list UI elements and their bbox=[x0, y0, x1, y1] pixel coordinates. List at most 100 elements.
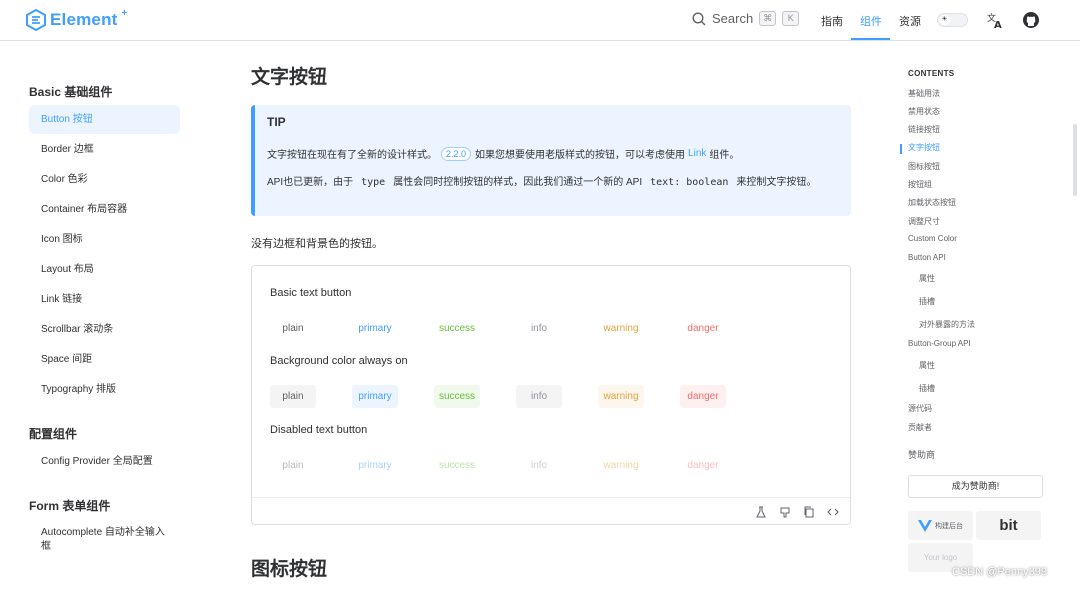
demo-subtitle-background: Background color always on bbox=[270, 355, 408, 367]
toc-item-contributors[interactable]: 贡献者 bbox=[908, 422, 932, 433]
sidebar-item-button[interactable]: Button 按钮 bbox=[29, 105, 180, 134]
disabled-button-danger: danger bbox=[687, 460, 719, 471]
code-type: type bbox=[361, 177, 386, 188]
page-scrollbar[interactable] bbox=[1073, 124, 1077, 196]
toc-item-group-attributes[interactable]: 属性 bbox=[919, 360, 935, 371]
toc-item-source[interactable]: 源代码 bbox=[908, 403, 932, 414]
toc-heading: CONTENTS bbox=[908, 69, 955, 78]
theme-toggle[interactable]: ☀ bbox=[937, 13, 968, 27]
sidebar-item-link[interactable]: Link 链接 bbox=[29, 285, 180, 314]
element-logo-icon bbox=[26, 9, 46, 31]
text-button-success[interactable]: success bbox=[434, 317, 480, 340]
disabled-button-primary: primary bbox=[358, 460, 392, 471]
bg-button-primary[interactable]: primary bbox=[352, 385, 398, 408]
disabled-button-success: success bbox=[438, 460, 476, 471]
element-logo[interactable]: Element + bbox=[26, 7, 128, 31]
next-section-title: 图标按钮 bbox=[251, 559, 328, 580]
tip-box: TIP 文字按钮在现在有了全新的设计样式。 2.2.0 如果您想要使用老版样式的… bbox=[251, 105, 851, 216]
tip-title: TIP bbox=[267, 115, 286, 129]
bg-button-success[interactable]: success bbox=[434, 385, 480, 408]
tip-text-a: 文字按钮在现在有了全新的设计样式。 bbox=[267, 150, 437, 161]
toc-item-button-api[interactable]: Button API bbox=[908, 253, 946, 262]
text-button-warning[interactable]: warning bbox=[598, 317, 644, 340]
text-button-info[interactable]: info bbox=[516, 317, 562, 340]
toc-item-link-button[interactable]: 链接按钮 bbox=[908, 124, 940, 135]
kbd-cmd: ⌘ bbox=[759, 11, 777, 26]
code-text-boolean: text: boolean bbox=[650, 177, 729, 188]
sidebar-group-config: 配置组件 bbox=[29, 427, 78, 441]
bg-button-danger[interactable]: danger bbox=[680, 385, 726, 408]
sidebar-group-form: Form 表单组件 bbox=[29, 499, 111, 513]
watermark: CSDN @Penny399 bbox=[952, 566, 1047, 578]
translate-icon[interactable]: 文 A bbox=[986, 11, 1004, 29]
github-icon[interactable] bbox=[779, 506, 791, 518]
toc-item-basic-usage[interactable]: 基础用法 bbox=[908, 88, 940, 99]
toc-item-sizes[interactable]: 调整尺寸 bbox=[908, 216, 940, 227]
text-button-danger[interactable]: danger bbox=[680, 317, 726, 340]
bg-button-warning[interactable]: warning bbox=[598, 385, 644, 408]
toc-item-loading[interactable]: 加载状态按钮 bbox=[908, 197, 956, 208]
svg-text:A: A bbox=[994, 20, 1002, 29]
sidebar-item-config-provider[interactable]: Config Provider 全局配置 bbox=[29, 447, 180, 476]
button-row-basic: plain primary success info warning dange… bbox=[270, 317, 762, 340]
toc-item-group-slots[interactable]: 插槽 bbox=[919, 383, 935, 394]
disabled-button-info: info bbox=[530, 460, 548, 471]
toc-item-button-group-api[interactable]: Button-Group API bbox=[908, 339, 971, 348]
sun-icon: ☀ bbox=[939, 15, 950, 25]
disabled-button-plain: plain bbox=[282, 460, 304, 471]
demo-subtitle-disabled: Disabled text button bbox=[270, 424, 368, 436]
nav-resource[interactable]: 资源 bbox=[899, 13, 921, 29]
nav-component[interactable]: 组件 bbox=[860, 13, 882, 29]
become-sponsor-button[interactable]: 成为赞助商! bbox=[908, 475, 1043, 498]
text-button-plain[interactable]: plain bbox=[270, 317, 316, 340]
search-icon bbox=[692, 11, 706, 25]
button-row-background: plain primary success info warning dange… bbox=[270, 385, 762, 408]
toc-item-button-group[interactable]: 按钮组 bbox=[908, 179, 932, 190]
sidebar-item-border[interactable]: Border 边框 bbox=[29, 135, 180, 164]
github-icon[interactable] bbox=[1022, 11, 1040, 29]
sponsor-card-bit[interactable]: bit bbox=[976, 511, 1041, 540]
button-row-disabled: plain primary success info warning dange… bbox=[270, 454, 762, 477]
disabled-button-warning: warning bbox=[603, 460, 639, 471]
bg-button-plain[interactable]: plain bbox=[270, 385, 316, 408]
toc-item-slots[interactable]: 插槽 bbox=[919, 296, 935, 307]
playground-icon[interactable] bbox=[755, 506, 767, 518]
kbd-k: K bbox=[782, 11, 800, 26]
text-button-primary[interactable]: primary bbox=[352, 317, 398, 340]
toc-item-icon-button[interactable]: 图标按钮 bbox=[908, 161, 940, 172]
toc-item-text-button[interactable]: 文字按钮 bbox=[908, 142, 940, 153]
tip-text-e: 属性会同时控制按钮的样式，因此我们通过一个新的 API bbox=[393, 177, 643, 188]
search-label: Search bbox=[712, 11, 754, 26]
section-description: 没有边框和背景色的按钮。 bbox=[251, 238, 383, 250]
logo-text: Element bbox=[50, 10, 118, 29]
demo-block: Basic text button plain primary success … bbox=[251, 265, 851, 525]
sidebar-item-autocomplete[interactable]: Autocomplete 自动补全输入框 bbox=[29, 526, 174, 556]
copy-icon[interactable] bbox=[803, 506, 815, 518]
sidebar-group-basic: Basic 基础组件 bbox=[29, 85, 113, 99]
toc-item-exposes[interactable]: 对外暴露的方法 bbox=[919, 319, 975, 330]
page-title: 文字按钮 bbox=[251, 67, 328, 88]
bg-button-info[interactable]: info bbox=[516, 385, 562, 408]
demo-subtitle-basic: Basic text button bbox=[270, 287, 352, 299]
sponsor-card-vue[interactable]: 构建后台 bbox=[908, 511, 973, 540]
link-component-link[interactable]: Link bbox=[688, 148, 706, 159]
toc-item-attributes[interactable]: 属性 bbox=[919, 273, 935, 284]
sidebar-item-typography[interactable]: Typography 排版 bbox=[29, 375, 180, 404]
top-header: Element + Search ⌘ K 指南 组件 资源 ☀ 文 A bbox=[0, 0, 1080, 41]
sidebar-item-color[interactable]: Color 色彩 bbox=[29, 165, 180, 194]
search-button[interactable]: Search ⌘ K bbox=[692, 11, 800, 26]
logo-sup: + bbox=[121, 7, 128, 19]
sidebar-item-space[interactable]: Space 间距 bbox=[29, 345, 180, 374]
sidebar-item-layout[interactable]: Layout 布局 bbox=[29, 255, 180, 284]
toc-item-custom-color[interactable]: Custom Color bbox=[908, 234, 957, 243]
vue-logo-icon bbox=[918, 519, 932, 532]
toc-active-marker bbox=[900, 144, 902, 154]
sidebar-item-scrollbar[interactable]: Scrollbar 滚动条 bbox=[29, 315, 180, 344]
code-icon[interactable] bbox=[827, 506, 839, 518]
sidebar-item-container[interactable]: Container 布局容器 bbox=[29, 195, 180, 224]
sidebar-item-icon[interactable]: Icon 图标 bbox=[29, 225, 180, 254]
nav-guide[interactable]: 指南 bbox=[821, 13, 843, 29]
version-badge: 2.2.0 bbox=[441, 146, 472, 161]
toc-item-disabled[interactable]: 禁用状态 bbox=[908, 106, 940, 117]
tip-text-d: API也已更新，由于 bbox=[267, 177, 354, 188]
